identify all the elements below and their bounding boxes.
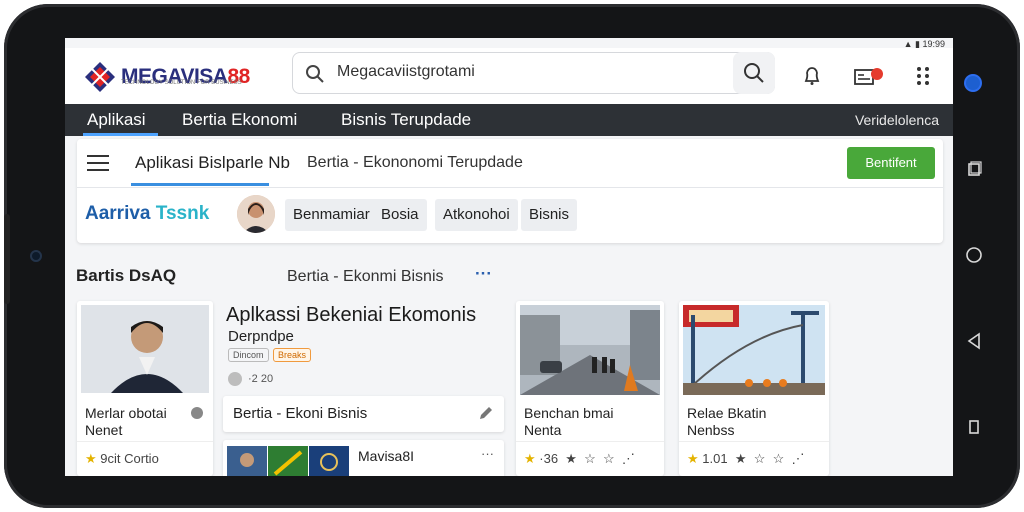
topnav-right-link[interactable]: Veridelolenca xyxy=(855,112,939,128)
rating-right-2-value: 1.01 xyxy=(702,451,728,466)
notification-badge xyxy=(871,68,883,80)
topnav-item-aplikasi[interactable]: Aplikasi xyxy=(87,110,146,130)
category-card: Aplikasi Bislparle Nb Bertia - Ekononomi… xyxy=(77,139,943,243)
news-image xyxy=(81,305,209,398)
article-row-text: Bertia - Ekoni Bisnis xyxy=(233,405,368,422)
bell-icon[interactable] xyxy=(800,64,824,88)
rating-right-2: ★ 1.01 ★ ☆ ☆ ⋰ xyxy=(687,451,805,466)
tag-badge: Dincom xyxy=(228,348,269,362)
news-caption-right-2-line2: Nenbss xyxy=(687,422,735,438)
action-button[interactable]: Bentifent xyxy=(847,147,935,179)
news-caption-right-1-line2: Nenta xyxy=(524,422,562,438)
active-tab-indicator xyxy=(83,133,158,136)
back-icon[interactable] xyxy=(965,332,983,355)
author-icon xyxy=(228,372,242,386)
partner-brand[interactable]: Aarriva Tssnk xyxy=(85,203,209,225)
search-input[interactable] xyxy=(337,63,667,81)
search-bar[interactable]: ☆ xyxy=(292,52,775,94)
section-title: Bartis DsAQ xyxy=(76,266,177,285)
rating-right-1-value: ·36 xyxy=(539,451,559,466)
news-image xyxy=(683,305,825,400)
tab-ekonomi[interactable]: Bertia - Ekononomi Terupdade xyxy=(307,154,523,172)
article-row[interactable]: Bertia - Ekoni Bisnis xyxy=(223,396,504,432)
phone-side-button xyxy=(4,214,10,304)
news-caption-right-1: Benchan bmai Nenta xyxy=(524,405,614,439)
square-icon[interactable] xyxy=(965,418,983,441)
topnav-item-ekonomi[interactable]: Bertia Ekonomi xyxy=(182,110,297,130)
topnav-item-bisnis[interactable]: Bisnis Terupdade xyxy=(341,110,471,130)
tab-active-indicator xyxy=(131,183,269,186)
star-icon: ★ xyxy=(687,451,699,466)
news-caption-right-1-line1: Benchan bmai xyxy=(524,405,614,421)
divider xyxy=(77,187,943,188)
star-icon: ★ xyxy=(524,451,536,466)
kebab-icon[interactable] xyxy=(911,64,935,88)
app-header: MEGAVISA88 TECHNOLOGY SOLUTION FOR BUSIN… xyxy=(65,48,953,104)
search-button[interactable] xyxy=(733,52,775,94)
rating-left-value: 9cit Cortio xyxy=(100,451,159,466)
logo-subtitle: TECHNOLOGY SOLUTION FOR BUSINESS xyxy=(121,80,242,86)
article-meta-text: ·2 20 xyxy=(248,372,274,385)
news-caption-left-line2: Nenet xyxy=(85,422,123,438)
news-card-left[interactable]: Merlar obotai Nenet ★ 9cit Cortio xyxy=(77,301,213,476)
share-icon[interactable] xyxy=(191,407,203,419)
news-caption-left: Merlar obotai Nenet xyxy=(85,405,167,439)
avatar[interactable] xyxy=(237,195,275,233)
rating-left: ★ 9cit Cortio xyxy=(85,451,159,467)
chip-bisnis[interactable]: Bisnis xyxy=(521,199,578,231)
brand-logo[interactable]: MEGAVISA88 xyxy=(83,60,250,94)
chip-bosia[interactable]: Bosia xyxy=(373,199,427,231)
news-caption-left-line1: Merlar obotai xyxy=(85,405,167,421)
divider xyxy=(77,441,213,442)
news-image xyxy=(520,305,660,400)
more-icon[interactable]: ··· xyxy=(481,446,494,461)
news-card-right-1[interactable]: Benchan bmai Nenta ★ ·36 ★ ☆ ☆ ⋰ xyxy=(516,301,664,476)
tab-aplikasi[interactable]: Aplikasi Bislparle Nb xyxy=(135,153,290,173)
article-small-card[interactable]: Mavisa8I ··· xyxy=(223,440,504,476)
android-nav-bar xyxy=(955,60,995,460)
section-subtitle: Bertia - Ekonmi Bisnis xyxy=(287,268,444,285)
star-icon: ★ xyxy=(85,451,97,466)
front-camera xyxy=(30,250,42,262)
recents-icon[interactable] xyxy=(965,160,983,183)
article-subtitle: Derpndpe xyxy=(228,328,294,345)
news-card-right-2[interactable]: Relae Bkatin Nenbss ★ 1.01 ★ ☆ ☆ ⋰ xyxy=(679,301,829,476)
news-caption-right-2-line1: Relae Bkatin xyxy=(687,405,767,421)
article-small-title: Mavisa8I xyxy=(358,448,415,464)
partner-brand-a: Aarriva xyxy=(85,203,156,224)
menu-icon[interactable] xyxy=(87,155,109,171)
tag-badge-orange: Breaks xyxy=(273,348,312,362)
edit-icon[interactable] xyxy=(478,405,494,421)
chip-benmamiar[interactable]: Benmamiar xyxy=(285,199,378,231)
more-icon[interactable]: ··· xyxy=(475,264,492,284)
article-title[interactable]: Aplkassi Bekeniai Ekomonis xyxy=(226,304,476,327)
news-caption-right-2: Relae Bkatin Nenbss xyxy=(687,405,766,439)
article-meta: ·2 20 xyxy=(228,372,273,386)
search-icon xyxy=(305,64,325,84)
logo-icon xyxy=(83,60,117,94)
rating-right-1: ★ ·36 ★ ☆ ☆ ⋰ xyxy=(524,451,635,466)
app-screen: ▲ ▮ 19:99 MEGAVISA88 TECHNOLOGY SOLUTION… xyxy=(65,38,953,476)
partner-brand-b: Tssnk xyxy=(155,203,210,224)
home-icon[interactable] xyxy=(965,246,983,269)
chip-atkonohoi[interactable]: Atkonohoi xyxy=(435,199,518,231)
top-navigation: Aplikasi Bertia Ekonomi Bisnis Terupdade… xyxy=(65,104,953,136)
divider xyxy=(516,441,664,442)
divider xyxy=(679,441,829,442)
